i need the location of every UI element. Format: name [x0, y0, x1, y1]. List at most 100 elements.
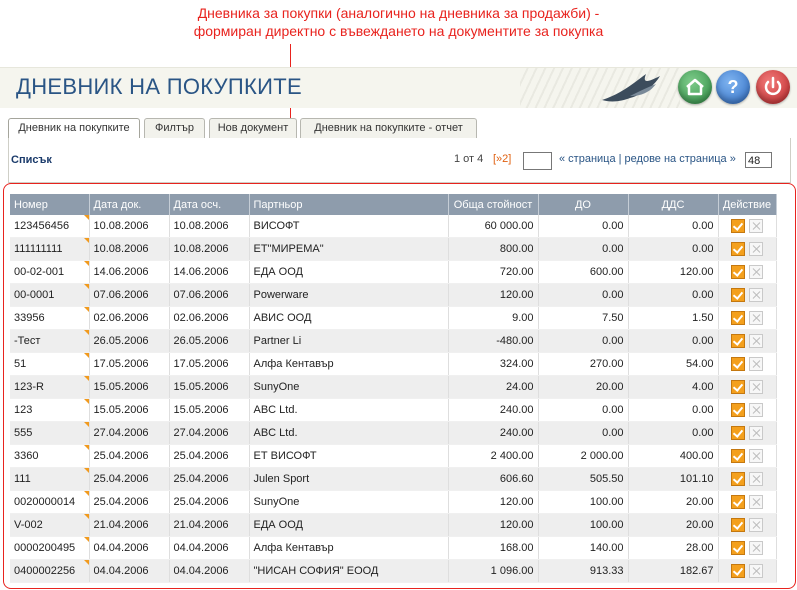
delete-icon[interactable] [749, 472, 763, 486]
delete-icon[interactable] [749, 334, 763, 348]
edit-icon[interactable] [731, 472, 745, 486]
cell-vat-text: 4.00 [692, 381, 714, 393]
table-row[interactable]: 0020000014 25.04.2006 25.04.2006 SunyOne 120… [10, 490, 777, 514]
cell-acc-date: 25.04.2006 [169, 444, 250, 468]
delete-icon[interactable] [749, 380, 763, 394]
column-header-vat[interactable]: ДДС [628, 194, 719, 215]
table-row[interactable]: 51 17.05.2006 17.05.2006 Алфа Кентавър 324.0… [10, 352, 777, 376]
table-row[interactable]: 3360 25.04.2006 25.04.2006 ЕТ ВИСОФТ 2 400.0… [10, 444, 777, 468]
cell-vat: 400.00 [628, 444, 719, 468]
column-header-acc-date[interactable]: Дата осч. [169, 194, 250, 215]
table-row[interactable]: 123456456 10.08.2006 10.08.2006 ВИСОФТ 60 00… [10, 215, 777, 238]
cell-doc-date-text: 27.04.2006 [93, 427, 149, 439]
cell-doc-date: 25.04.2006 [89, 467, 170, 491]
cell-acc-date-text: 04.04.2006 [173, 565, 229, 577]
cell-number-text: 3360 [14, 450, 39, 462]
edit-icon[interactable] [731, 541, 745, 555]
delete-icon[interactable] [749, 541, 763, 555]
table-row[interactable]: 0400002256 04.04.2006 04.04.2006 "НИСАН СОФ… [10, 559, 777, 583]
column-header-total[interactable]: Обща стойност [448, 194, 539, 215]
cell-tax-base: 0.00 [538, 215, 629, 238]
delete-icon[interactable] [749, 449, 763, 463]
table-row[interactable]: 111111111 10.08.2006 10.08.2006 ЕТ"МИРЕМА" 8… [10, 237, 777, 261]
cell-partner-text: ЕТ"МИРЕМА" [253, 243, 324, 255]
home-icon[interactable] [678, 70, 712, 104]
table-row[interactable]: V-002 21.04.2006 21.04.2006 ЕДА ООД 120.00 10… [10, 513, 777, 537]
table-row[interactable]: 555 27.04.2006 27.04.2006 ABC Ltd. 240.00 0.0… [10, 421, 777, 445]
edit-icon[interactable] [731, 288, 745, 302]
cell-tax-base-text: 0.00 [602, 427, 624, 439]
cell-tax-base: 0.00 [538, 329, 629, 353]
cell-total-text: 240.00 [499, 427, 534, 439]
table-row[interactable]: 00-0001 07.06.2006 07.06.2006 Powerware 120.… [10, 283, 777, 307]
table-row[interactable]: 111 25.04.2006 25.04.2006 Julen Sport 606.60… [10, 467, 777, 491]
table-row[interactable]: 0000200495 04.04.2006 04.04.2006 Алфа Кента… [10, 536, 777, 560]
cell-vat: 182.67 [628, 559, 719, 583]
help-icon[interactable]: ? [716, 70, 750, 104]
edit-icon[interactable] [731, 242, 745, 256]
edit-icon[interactable] [731, 403, 745, 417]
delete-icon[interactable] [749, 403, 763, 417]
table-row[interactable]: 00-02-001 14.06.2006 14.06.2006 ЕДА ООД 720.… [10, 260, 777, 284]
cell-actions [718, 283, 777, 307]
cell-total-text: 168.00 [499, 542, 534, 554]
cell-doc-date-text: 25.04.2006 [93, 496, 149, 508]
edit-icon[interactable] [731, 334, 745, 348]
delete-icon[interactable] [749, 219, 763, 233]
rows-per-page-input[interactable]: 48 [745, 152, 772, 168]
cell-total: 120.00 [448, 513, 539, 537]
table-row[interactable]: -Тест 26.05.2006 26.05.2006 Partner Li -480.… [10, 329, 777, 353]
cell-acc-date: 25.04.2006 [169, 490, 250, 514]
tab-purchase-report[interactable]: Дневник на покупките - отчет [300, 118, 477, 138]
cell-tax-base: 7.50 [538, 306, 629, 330]
delete-icon[interactable] [749, 495, 763, 509]
delete-icon[interactable] [749, 288, 763, 302]
edit-icon[interactable] [731, 311, 745, 325]
cell-vat-text: 0.00 [692, 289, 714, 301]
cell-total-text: 120.00 [499, 496, 534, 508]
edit-icon[interactable] [731, 219, 745, 233]
pager-next-link[interactable]: [»2] [493, 153, 511, 165]
edit-icon[interactable] [731, 518, 745, 532]
cell-number: 123456456 [10, 215, 90, 238]
table-row[interactable]: 33956 02.06.2006 02.06.2006 АВИС ООД 9.00 7.5… [10, 306, 777, 330]
cell-total: 120.00 [448, 490, 539, 514]
cell-tax-base: 2 000.00 [538, 444, 629, 468]
delete-icon[interactable] [749, 357, 763, 371]
app-header: ДНЕВНИК НА ПОКУПКИТЕ ? [0, 67, 797, 108]
delete-icon[interactable] [749, 564, 763, 578]
edit-icon[interactable] [731, 564, 745, 578]
delete-icon[interactable] [749, 426, 763, 440]
delete-icon[interactable] [749, 518, 763, 532]
table-row[interactable]: 123 15.05.2006 15.05.2006 ABC Ltd. 240.00 0.0… [10, 398, 777, 422]
column-header-number[interactable]: Номер [10, 194, 90, 215]
tab-purchase-journal[interactable]: Дневник на покупките [8, 118, 140, 139]
cell-total-text: 606.60 [499, 473, 534, 485]
edit-icon[interactable] [731, 449, 745, 463]
cell-total: 24.00 [448, 375, 539, 399]
power-icon[interactable] [756, 70, 790, 104]
pager-page-links[interactable]: « страница | редове на страница » [559, 153, 736, 165]
edit-icon[interactable] [731, 426, 745, 440]
cell-tax-base: 0.00 [538, 421, 629, 445]
note-marker-icon [83, 238, 88, 243]
edit-icon[interactable] [731, 495, 745, 509]
edit-icon[interactable] [731, 357, 745, 371]
cell-actions [718, 398, 777, 422]
delete-icon[interactable] [749, 311, 763, 325]
edit-icon[interactable] [731, 380, 745, 394]
page-number-input[interactable] [523, 152, 552, 170]
cell-partner: Julen Sport [249, 467, 449, 491]
table-row[interactable]: 123-R 15.05.2006 15.05.2006 SunyOne 24.00 20.… [10, 375, 777, 399]
edit-icon[interactable] [731, 265, 745, 279]
delete-icon[interactable] [749, 265, 763, 279]
delete-icon[interactable] [749, 242, 763, 256]
cell-tax-base: 600.00 [538, 260, 629, 284]
column-header-tax-base[interactable]: ДО [538, 194, 629, 215]
tab-filter[interactable]: Филтър [144, 118, 205, 138]
column-header-doc-date[interactable]: Дата док. [89, 194, 170, 215]
pager-count: 1 от 4 [454, 153, 484, 165]
cell-partner: ABC Ltd. [249, 421, 449, 445]
tab-new-document[interactable]: Нов документ [209, 118, 297, 138]
column-header-partner[interactable]: Партньор [249, 194, 449, 215]
